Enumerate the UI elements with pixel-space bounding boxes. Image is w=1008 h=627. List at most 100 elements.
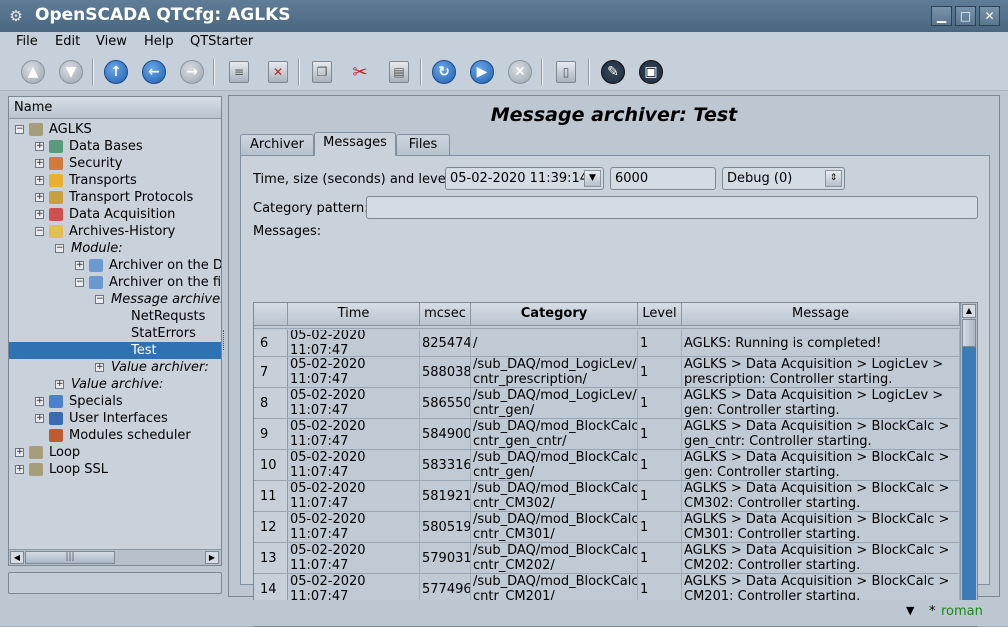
scroll-left-icon[interactable]: ◀	[10, 551, 24, 564]
expand-icon[interactable]: +	[15, 465, 24, 474]
collapse-icon[interactable]: −	[35, 227, 44, 236]
table-row[interactable]: 13 05-02-2020 11:07:47 579031/sub_DAQ/mod_…	[254, 543, 960, 574]
menu-edit[interactable]: Edit	[55, 34, 80, 49]
book-icon: ▯	[556, 61, 576, 83]
close-button[interactable]: ✕	[979, 6, 1000, 26]
play-icon: ▶	[470, 60, 494, 84]
forward-button[interactable]: →	[177, 57, 207, 87]
vision-button[interactable]: ▣	[636, 57, 666, 87]
menu-qtstarter[interactable]: QTStarter	[190, 34, 253, 49]
scroll-up-icon[interactable]: ▲	[962, 304, 976, 318]
tree-header: Name	[9, 97, 221, 119]
time-combo[interactable]: 05-02-2020 11:39:14 ▼	[445, 167, 604, 190]
row-number[interactable]: 6	[254, 330, 288, 356]
row-number[interactable]: 8	[254, 388, 288, 418]
expand-icon[interactable]: +	[55, 380, 64, 389]
table-row[interactable]: 8 05-02-2020 11:07:47 586550/sub_DAQ/mod_L…	[254, 388, 960, 419]
expand-icon[interactable]: +	[35, 193, 44, 202]
column-category[interactable]: Category	[471, 303, 638, 326]
scroll-track[interactable]	[962, 347, 976, 610]
start-button[interactable]: ▶	[467, 57, 497, 87]
row-number[interactable]: 7	[254, 357, 288, 387]
row-number[interactable]: 10	[254, 450, 288, 480]
tree-node-label: Loop SSL	[49, 462, 109, 477]
copy-button[interactable]: ❐	[307, 57, 337, 87]
db-load-button[interactable]: ▲	[18, 57, 48, 87]
collapse-icon[interactable]: −	[55, 244, 64, 253]
expand-icon[interactable]: +	[35, 210, 44, 219]
column-mcsec[interactable]: mcsec	[420, 303, 471, 326]
column-level[interactable]: Level	[638, 303, 682, 326]
refresh-button[interactable]: ↻	[429, 57, 459, 87]
column-time[interactable]: Time	[288, 303, 420, 326]
status-arrow-icon[interactable]: ▼	[906, 604, 914, 617]
collapse-icon[interactable]: −	[75, 278, 84, 287]
expand-icon[interactable]: +	[75, 261, 84, 270]
table-header: Time mcsec Category Level Message	[254, 303, 960, 326]
cell-mcsec: 580519	[420, 512, 471, 542]
tree-horizontal-scrollbar[interactable]: ◀ ||| ▶	[9, 549, 221, 565]
manual-button[interactable]: ▯	[551, 57, 581, 87]
scroll-thumb[interactable]	[962, 319, 976, 347]
tab-messages[interactable]: Messages	[314, 132, 396, 156]
tab-archiver[interactable]: Archiver	[240, 134, 314, 155]
expand-icon[interactable]: +	[35, 176, 44, 185]
scroll-thumb[interactable]: |||	[25, 551, 115, 564]
up-button[interactable]: ↑	[101, 57, 131, 87]
level-select[interactable]: Debug (0) ⇕	[722, 167, 845, 190]
chevron-down-icon[interactable]: ▼	[584, 170, 601, 187]
expand-icon[interactable]: +	[35, 142, 44, 151]
node-type-icon	[49, 208, 63, 221]
menu-file[interactable]: File	[16, 34, 38, 49]
cell-msg: AGLKS > Data Acquisition > BlockCalc > C…	[682, 543, 960, 573]
qtcfg-button[interactable]: ✎	[598, 57, 628, 87]
expand-icon[interactable]: +	[35, 397, 44, 406]
paste-button[interactable]: ▤	[384, 57, 414, 87]
row-number[interactable]: 12	[254, 512, 288, 542]
tree-node-label: AGLKS	[49, 122, 92, 137]
tree-filter-input[interactable]	[8, 572, 222, 594]
delete-item-button[interactable]: ✕	[263, 57, 293, 87]
table-vertical-scrollbar[interactable]: ▲ ▼	[960, 303, 977, 626]
expand-icon[interactable]: +	[95, 363, 104, 372]
pane-splitter[interactable]	[223, 330, 226, 350]
minimize-button[interactable]: ▁	[931, 6, 952, 26]
back-button[interactable]: ←	[139, 57, 169, 87]
menu-help[interactable]: Help	[144, 34, 174, 49]
table-row[interactable]: 6 05-02-2020 11:07:47 825474/1 AGLKS: Runni…	[254, 330, 960, 357]
toolbar: ▲ ▼ ↑ ← → ≡ ✕ ❐ ✂ ▤ ↻ ▶ ✕ ▯ ✎ ▣	[0, 53, 1008, 91]
table-row[interactable]: 12 05-02-2020 11:07:47 580519/sub_DAQ/mod_…	[254, 512, 960, 543]
add-item-button[interactable]: ≡	[224, 57, 254, 87]
table-row[interactable]: 11 05-02-2020 11:07:47 581921/sub_DAQ/mod_…	[254, 481, 960, 512]
cell-time: 05-02-2020 11:07:47	[288, 388, 420, 418]
db-save-button[interactable]: ▼	[56, 57, 86, 87]
table-row[interactable]: 9 05-02-2020 11:07:47 584900/sub_DAQ/mod_B…	[254, 419, 960, 450]
expand-icon[interactable]: +	[35, 159, 44, 168]
toolbar-separator	[541, 59, 543, 85]
scroll-right-icon[interactable]: ▶	[205, 551, 219, 564]
row-number[interactable]: 9	[254, 419, 288, 449]
collapse-icon[interactable]: −	[95, 295, 104, 304]
category-pattern-input[interactable]	[366, 196, 978, 219]
table-row[interactable]: 7 05-02-2020 11:07:47 588038/sub_DAQ/mod_L…	[254, 357, 960, 388]
spin-arrows-icon[interactable]: ⇕	[825, 170, 842, 187]
row-number[interactable]: 11	[254, 481, 288, 511]
status-user[interactable]: roman	[941, 604, 983, 619]
cut-button[interactable]: ✂	[345, 57, 375, 87]
tree-node-label: Transports	[69, 173, 137, 188]
row-number[interactable]: 13	[254, 543, 288, 573]
size-input[interactable]: 6000	[610, 167, 716, 190]
expand-icon[interactable]: +	[15, 448, 24, 457]
menu-view[interactable]: View	[96, 34, 127, 49]
cell-cat: /sub_DAQ/mod_BlockCalc/ cntr_CM302/	[473, 481, 638, 511]
tree-node[interactable]: Test	[9, 342, 221, 359]
table-row[interactable]: 10 05-02-2020 11:07:47 583316/sub_DAQ/mod_…	[254, 450, 960, 481]
maximize-button[interactable]: □	[955, 6, 976, 26]
tab-files[interactable]: Files	[396, 134, 450, 155]
stop-button[interactable]: ✕	[505, 57, 535, 87]
column-message[interactable]: Message	[682, 303, 960, 326]
cell-level: 1	[638, 357, 682, 387]
collapse-icon[interactable]: −	[15, 125, 24, 134]
expand-icon[interactable]: +	[35, 414, 44, 423]
toolbar-separator	[92, 59, 94, 85]
